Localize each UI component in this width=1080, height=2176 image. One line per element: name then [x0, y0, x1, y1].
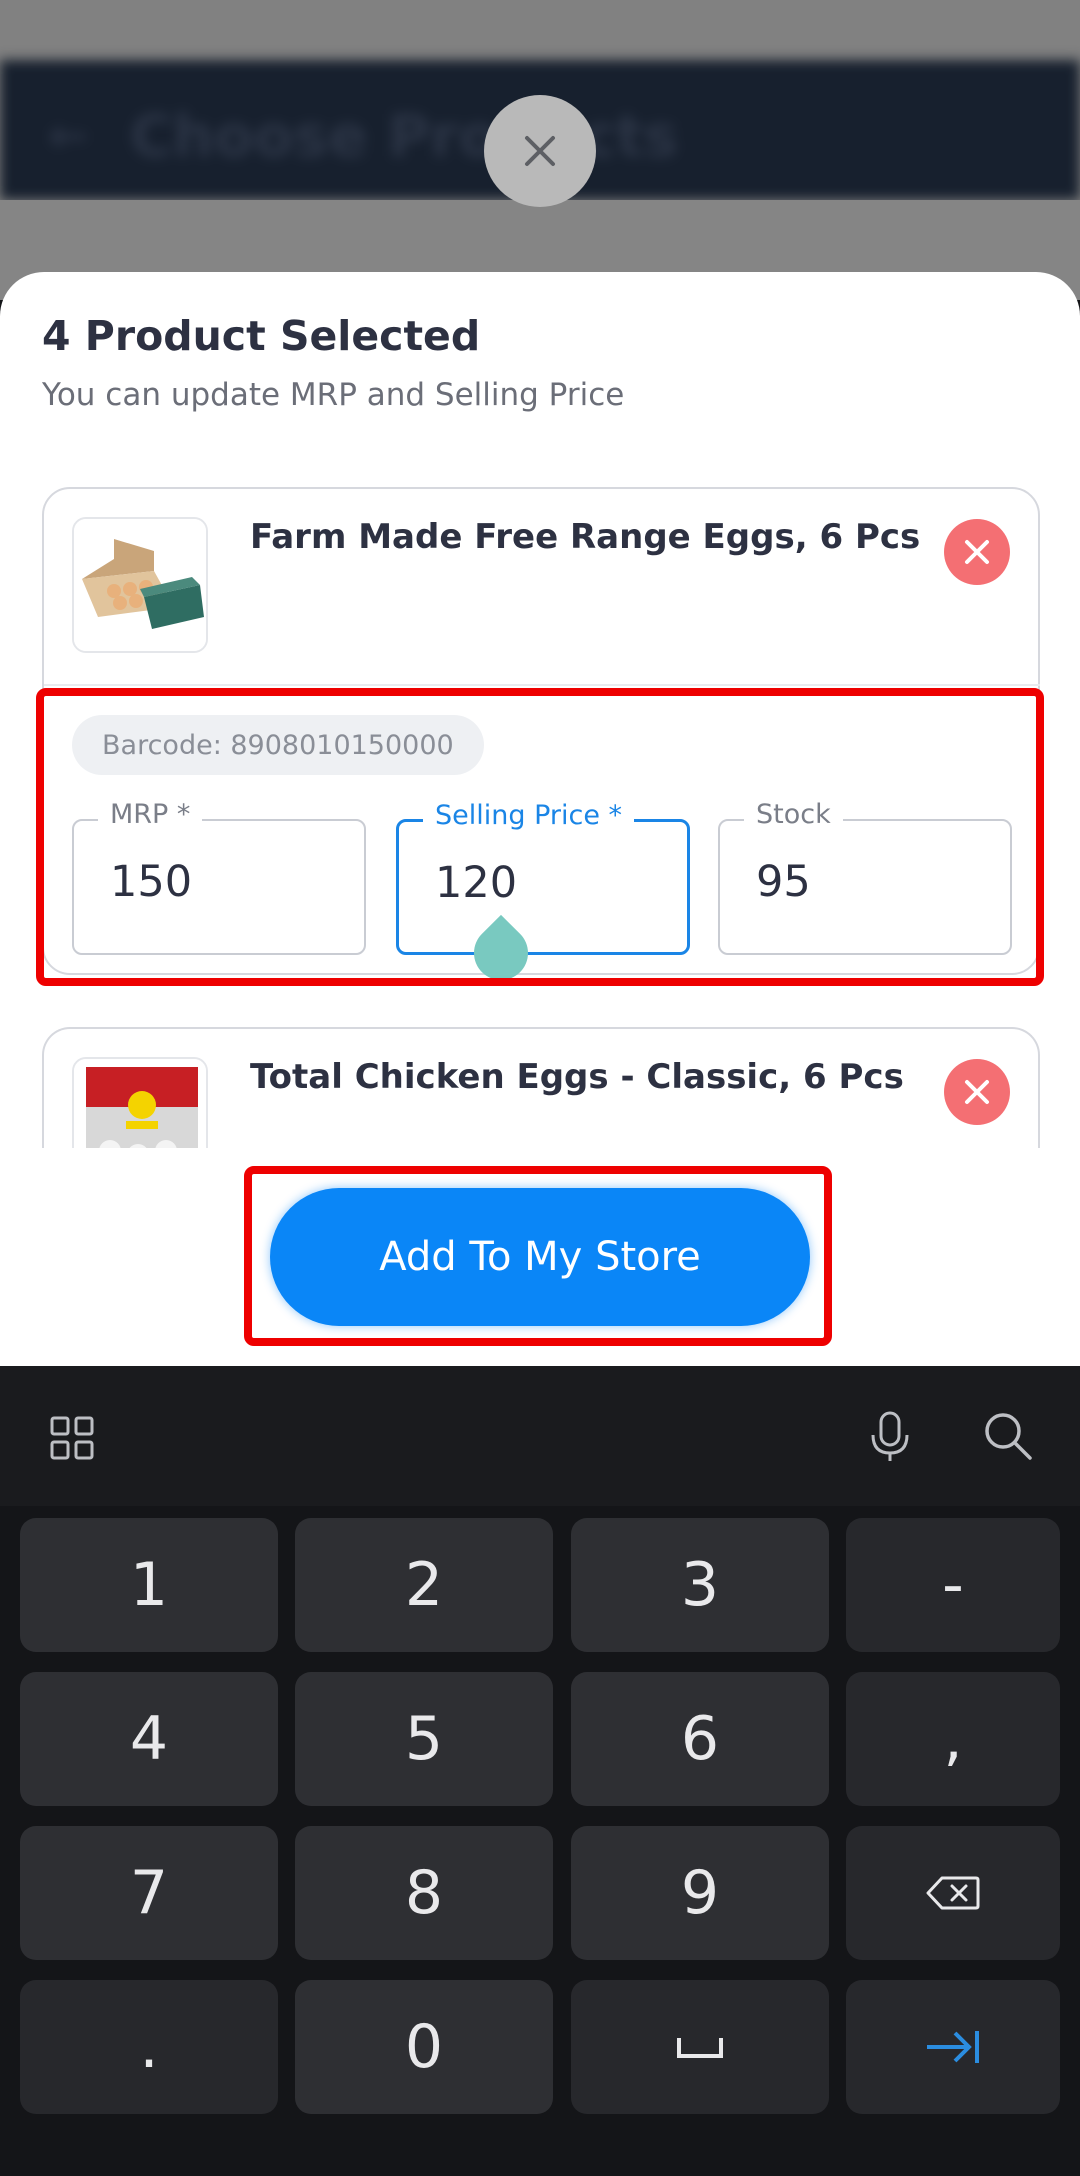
- key-7[interactable]: 7: [20, 1826, 278, 1960]
- key-1[interactable]: 1: [20, 1518, 278, 1652]
- close-icon: [965, 1080, 989, 1104]
- key-6[interactable]: 6: [571, 1672, 829, 1806]
- key-5[interactable]: 5: [295, 1672, 553, 1806]
- microphone-icon[interactable]: [862, 1406, 918, 1468]
- search-icon[interactable]: [978, 1406, 1038, 1466]
- keyboard-toolbar: [0, 1366, 1080, 1506]
- divider: [44, 684, 1040, 686]
- key-next[interactable]: [846, 1980, 1060, 2114]
- product-name: Total Chicken Eggs - Classic, 6 Pcs: [250, 1057, 904, 1097]
- sheet-subtitle: You can update MRP and Selling Price: [42, 377, 625, 413]
- space-icon: [677, 2038, 723, 2058]
- apps-grid-icon[interactable]: [44, 1410, 100, 1466]
- key-period[interactable]: .: [20, 1980, 278, 2114]
- key-space[interactable]: [571, 1980, 829, 2114]
- product-name: Farm Made Free Range Eggs, 6 Pcs: [250, 517, 921, 557]
- key-3[interactable]: 3: [571, 1518, 829, 1652]
- remove-product-button[interactable]: [944, 519, 1010, 585]
- page: ← Choose Products 4 Product Selected You…: [0, 0, 1080, 2176]
- background-title: Choose Products: [130, 102, 678, 170]
- key-0[interactable]: 0: [295, 1980, 553, 2114]
- sheet-title: 4 Product Selected: [42, 312, 481, 360]
- numeric-keypad: 1 2 3 - 4 5 6 , 7 8 9 . 0: [0, 1506, 1080, 2176]
- key-9[interactable]: 9: [571, 1826, 829, 1960]
- back-arrow-icon: ←: [48, 108, 89, 164]
- key-8[interactable]: 8: [295, 1826, 553, 1960]
- backspace-icon: [926, 1876, 980, 1910]
- remove-product-button[interactable]: [944, 1059, 1010, 1125]
- key-2[interactable]: 2: [295, 1518, 553, 1652]
- key-4[interactable]: 4: [20, 1672, 278, 1806]
- close-icon: [525, 136, 555, 166]
- close-icon: [965, 540, 989, 564]
- product-image: [72, 517, 208, 653]
- add-to-my-store-button[interactable]: Add To My Store: [270, 1188, 810, 1326]
- key-minus[interactable]: -: [846, 1518, 1060, 1652]
- tab-next-icon: [927, 2031, 979, 2063]
- highlight-box: [36, 688, 1044, 986]
- close-sheet-button[interactable]: [484, 95, 596, 207]
- key-comma[interactable]: ,: [846, 1672, 1060, 1806]
- key-backspace[interactable]: [846, 1826, 1060, 1960]
- status-bar-dimmed: [0, 0, 1080, 60]
